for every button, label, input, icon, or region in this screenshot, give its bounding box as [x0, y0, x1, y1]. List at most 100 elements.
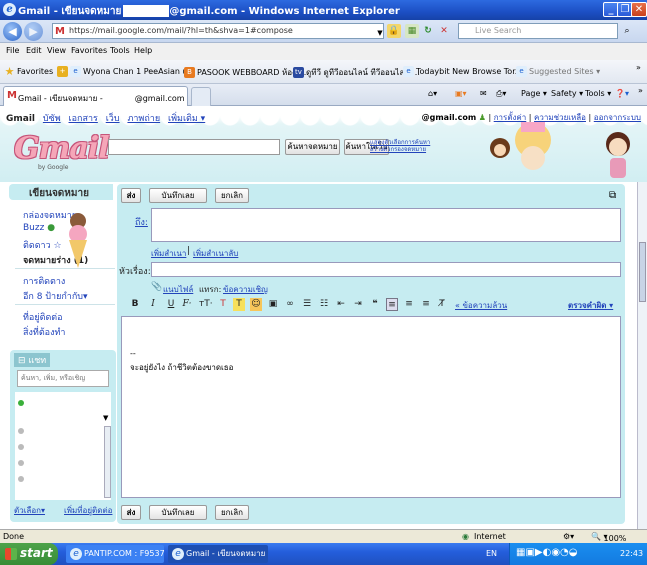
search-mail-button[interactable]: ค้นหาจดหมาย: [285, 139, 340, 155]
fav-item-1[interactable]: + e Wyona Chan 1 PeeAsian u...: [57, 66, 195, 77]
signout-link[interactable]: ออกจากระบบ: [594, 113, 641, 122]
image-icon[interactable]: ▣: [267, 298, 279, 311]
outdent-icon[interactable]: ⇤: [335, 298, 347, 311]
chat-header[interactable]: ⊟ แชท: [14, 353, 51, 367]
subject-field[interactable]: [151, 262, 621, 277]
remove-formatting-icon[interactable]: T̸: [436, 298, 448, 311]
window-titlebar[interactable]: e Gmail - เขียนจดหมาย @gmail.com - Window…: [0, 0, 647, 20]
menu-file[interactable]: File: [6, 46, 19, 55]
add-bcc-link[interactable]: เพิ่มสำเนาลับ: [193, 247, 238, 260]
font-size-icon[interactable]: тT·: [199, 298, 213, 311]
lock-icon[interactable]: 🔒: [387, 24, 401, 38]
menu-tools[interactable]: Tools: [110, 46, 130, 55]
protected-mode-icon[interactable]: ⚙▾: [563, 532, 574, 541]
topnav-more[interactable]: เพิ่มเติม ▾: [168, 114, 205, 124]
send-button-bottom[interactable]: ส่ง: [121, 505, 141, 520]
back-button[interactable]: ◀: [3, 22, 22, 41]
invitation-link[interactable]: ข้อความเชิญ: [223, 283, 268, 296]
discard-button[interactable]: ยกเลิก: [215, 188, 249, 203]
topnav-web[interactable]: เว็บ: [106, 114, 120, 124]
popout-icon[interactable]: ⧉: [609, 190, 616, 201]
page-scrollbar[interactable]: [637, 182, 647, 530]
align-left-icon[interactable]: ≡: [386, 298, 398, 311]
highlight-icon[interactable]: T: [233, 298, 245, 311]
forward-button[interactable]: ▶: [24, 22, 43, 41]
chevron-down-icon[interactable]: ▼: [103, 414, 108, 422]
tab-gmail[interactable]: M Gmail - เขียนจดหมาย - @gmail.com: [3, 86, 188, 106]
fav-item-3[interactable]: tv ดูทีวี ดูทีวีออนไลน์ ทีวีออนไลน์ ...: [293, 66, 420, 79]
show-search-options-link[interactable]: แสดงตัวเลือกการค้นหา: [370, 139, 430, 146]
address-input[interactable]: Mhttps://mail.google.com/mail/?hl=th&shv…: [52, 23, 384, 39]
message-body[interactable]: -- จะอยู่ยังไง ถ้าชีวิตต้องขาดเธอ: [121, 316, 621, 498]
search-icon[interactable]: ⌕: [620, 24, 634, 38]
page-menu[interactable]: Page ▾: [521, 89, 547, 98]
add-cc-link[interactable]: เพิ่มสำเนา: [151, 247, 186, 260]
menu-view[interactable]: View: [47, 46, 66, 55]
close-button[interactable]: ✕: [631, 2, 647, 17]
favorites-button[interactable]: ★ Favorites: [4, 66, 54, 77]
start-button[interactable]: start: [0, 543, 58, 565]
discard-button-bottom[interactable]: ยกเลิก: [215, 505, 249, 520]
zoom-level[interactable]: 🔍 100% ▾: [591, 532, 626, 543]
chat-search-input[interactable]: ค้นหา, เพิ่ม, หรือเชิญ: [17, 370, 109, 387]
to-field[interactable]: [151, 208, 621, 242]
underline-icon[interactable]: U: [165, 298, 177, 311]
scroll-thumb[interactable]: [639, 242, 646, 302]
spellcheck-link[interactable]: ตรวจคำผิด ▾: [568, 299, 613, 312]
print-icon[interactable]: ⎙▾: [496, 89, 506, 99]
bulleted-list-icon[interactable]: ☷: [318, 298, 330, 311]
text-color-icon[interactable]: T: [217, 298, 229, 311]
menu-edit[interactable]: Edit: [26, 46, 42, 55]
nav-buzz[interactable]: Buzz ●: [23, 223, 55, 233]
chat-options-link[interactable]: ตัวเลือก▾: [14, 506, 45, 515]
compat-view-icon[interactable]: ▦: [405, 24, 419, 38]
quote-icon[interactable]: ❝: [369, 298, 381, 311]
plain-text-link[interactable]: « ข้อความล้วน: [455, 299, 507, 312]
address-dropdown-icon[interactable]: ▼: [373, 26, 387, 40]
tray-icons[interactable]: ▦▣▶◐◉◔◒: [516, 547, 578, 558]
more-chevron-icon[interactable]: »: [636, 63, 641, 72]
create-filter-link[interactable]: สร้างตัวกรองจดหมาย: [370, 146, 430, 153]
topnav-photos[interactable]: ภาพถ่าย: [127, 114, 160, 124]
italic-icon[interactable]: I: [147, 298, 159, 311]
task-pantip[interactable]: e PANTIP.COM : F9537...: [66, 545, 164, 563]
font-icon[interactable]: F·: [181, 298, 193, 311]
numbered-list-icon[interactable]: ☰: [301, 298, 313, 311]
to-label[interactable]: ถึง:: [135, 215, 148, 229]
more-chevron-icon[interactable]: »: [638, 86, 643, 95]
link-icon[interactable]: ∞: [284, 298, 296, 311]
fav-item-4[interactable]: e Todaybit New Browse Tor...: [403, 66, 522, 77]
gmail-logo[interactable]: Gmail: [14, 131, 110, 166]
add-contact-link[interactable]: เพิ่มที่อยู่ติดต่อ: [64, 504, 112, 517]
compose-link[interactable]: เขียนจดหมาย: [9, 184, 113, 200]
live-search-input[interactable]: Live Search: [458, 23, 618, 39]
attach-file-link[interactable]: แนบไฟล์: [163, 283, 193, 296]
chat-scrollbar[interactable]: [104, 426, 111, 498]
nav-contacts[interactable]: การติดตาง: [23, 274, 65, 288]
align-center-icon[interactable]: ≡: [403, 298, 415, 311]
mail-search-input[interactable]: [108, 139, 280, 155]
mail-icon[interactable]: ✉: [480, 89, 487, 98]
nav-addresses[interactable]: ที่อยู่ติดต่อ: [23, 310, 63, 324]
suggested-sites[interactable]: e Suggested Sites ▾: [516, 66, 600, 77]
new-tab-button[interactable]: [191, 87, 211, 106]
task-gmail[interactable]: eGmail - เขียนจดหมาย -...: [168, 545, 268, 563]
nav-starred[interactable]: ติดดาว ☆: [23, 238, 62, 252]
save-now-button[interactable]: บันทึกเลย: [149, 188, 207, 203]
help-icon[interactable]: ❓▾: [615, 89, 629, 98]
stop-icon[interactable]: ✕: [437, 24, 451, 38]
indent-icon[interactable]: ⇥: [352, 298, 364, 311]
menu-help[interactable]: Help: [134, 46, 152, 55]
safety-menu[interactable]: Safety ▾: [551, 89, 583, 98]
align-right-icon[interactable]: ≡: [420, 298, 432, 311]
topnav-docs[interactable]: เอกสาร: [69, 114, 98, 124]
language-indicator[interactable]: EN: [486, 549, 497, 558]
nav-more-labels[interactable]: อีก 8 ป้ายกำกับ▾: [23, 289, 88, 303]
save-now-button-bottom[interactable]: บันทึกเลย: [149, 505, 207, 520]
send-button[interactable]: ส่ง: [121, 188, 141, 203]
feeds-icon[interactable]: ▣▾: [455, 89, 467, 98]
fav-item-2[interactable]: B PASOOK WEBBOARD ห้องเ...: [184, 66, 306, 79]
home-icon[interactable]: ⌂▾: [428, 89, 437, 98]
emoji-icon[interactable]: ☺: [250, 298, 262, 311]
nav-tasks[interactable]: สิ่งที่ต้องทำ: [23, 325, 65, 339]
